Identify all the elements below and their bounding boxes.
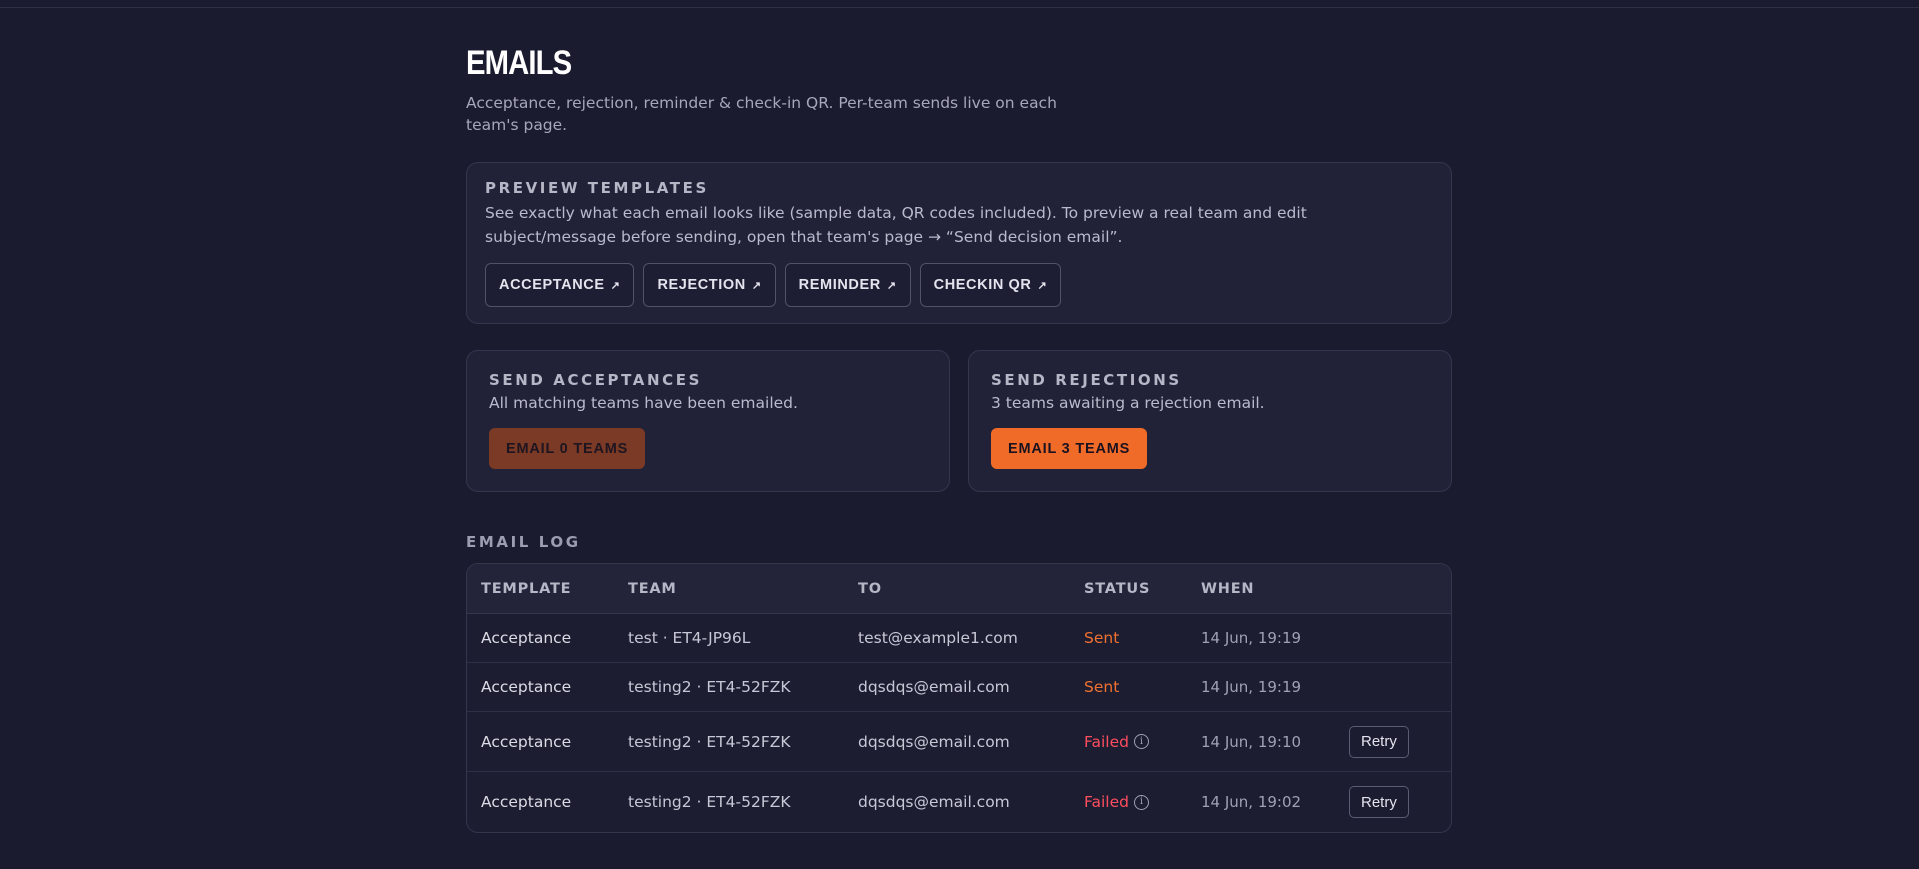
template-buttons: ACCEPTANCE ↗ REJECTION ↗ REMINDER ↗ CHEC… <box>485 263 1433 307</box>
preview-reminder-button[interactable]: REMINDER ↗ <box>784 263 911 307</box>
email-log-table: TEMPLATE TEAM TO STATUS WHEN Acceptance … <box>466 563 1452 833</box>
column-header-when: WHEN <box>1201 580 1255 597</box>
preview-acceptance-button[interactable]: ACCEPTANCE ↗ <box>485 263 635 307</box>
table-header: TEMPLATE TEAM TO STATUS WHEN <box>467 564 1451 614</box>
external-arrow-icon: ↗ <box>886 279 897 292</box>
page-subtitle: Acceptance, rejection, reminder & check-… <box>466 94 1057 134</box>
row-team: testing2 · ET4-52FZK <box>628 678 791 696</box>
send-rejections-label: SEND REJECTIONS <box>991 371 1182 389</box>
status-badge: Failed i <box>1084 793 1149 811</box>
send-acceptances-label: SEND ACCEPTANCES <box>489 371 703 389</box>
preview-checkin-qr-label: CHECKIN QR <box>933 277 1032 293</box>
retry-button[interactable]: Retry <box>1349 786 1409 818</box>
row-recipient: dqsdqs@email.com <box>858 732 1010 751</box>
table-row: Acceptance testing2 · ET4-52FZK dqsdqs@e… <box>467 772 1451 832</box>
column-header-status: STATUS <box>1084 580 1151 597</box>
status-badge: Sent <box>1084 629 1120 647</box>
table-row: Acceptance testing2 · ET4-52FZK dqsdqs@e… <box>467 663 1451 712</box>
row-recipient: dqsdqs@email.com <box>858 793 1010 811</box>
row-team: testing2 · ET4-52FZK <box>628 793 791 811</box>
status-badge: Sent <box>1084 678 1120 696</box>
send-acceptances-text: All matching teams have been emailed. <box>489 394 798 412</box>
row-template: Acceptance <box>481 732 572 751</box>
info-icon[interactable]: i <box>1133 734 1149 749</box>
info-icon[interactable]: i <box>1133 794 1149 810</box>
email-acceptances-button[interactable]: EMAIL 0 TEAMS <box>489 428 646 469</box>
row-recipient: dqsdqs@email.com <box>858 678 1010 696</box>
row-timestamp: 14 Jun, 19:02 <box>1201 793 1302 811</box>
external-arrow-icon: ↗ <box>610 279 621 292</box>
email-log-label: EMAIL LOG <box>466 533 581 551</box>
preview-templates-card: PREVIEW TEMPLATES See exactly what each … <box>466 162 1452 324</box>
retry-button[interactable]: Retry <box>1349 725 1409 758</box>
top-divider <box>0 7 1919 8</box>
row-recipient: test@example1.com <box>858 629 1018 647</box>
email-rejections-button[interactable]: EMAIL 3 TEAMS <box>991 428 1148 469</box>
external-arrow-icon: ↗ <box>1037 279 1048 292</box>
preview-templates-label: PREVIEW TEMPLATES <box>485 179 709 197</box>
row-template: Acceptance <box>481 629 572 647</box>
preview-rejection-label: REJECTION <box>657 277 746 293</box>
preview-rejection-button[interactable]: REJECTION ↗ <box>643 263 776 307</box>
row-template: Acceptance <box>481 678 572 696</box>
preview-reminder-label: REMINDER <box>798 277 881 293</box>
column-header-to: TO <box>858 580 882 597</box>
page-title: EMAILS <box>466 44 572 82</box>
row-team: test · ET4-JP96L <box>628 629 751 647</box>
external-arrow-icon: ↗ <box>751 279 762 292</box>
send-rejections-card: SEND REJECTIONS 3 teams awaiting a rejec… <box>968 350 1452 492</box>
row-timestamp: 14 Jun, 19:10 <box>1201 732 1302 751</box>
row-timestamp: 14 Jun, 19:19 <box>1201 629 1302 647</box>
table-row: Acceptance testing2 · ET4-52FZK dqsdqs@e… <box>467 712 1451 772</box>
row-timestamp: 14 Jun, 19:19 <box>1201 678 1302 696</box>
table-row: Acceptance test · ET4-JP96L test@example… <box>467 614 1451 663</box>
status-text: Failed <box>1084 793 1129 811</box>
preview-templates-description: See exactly what each email looks like (… <box>485 204 1307 246</box>
preview-checkin-qr-button[interactable]: CHECKIN QR ↗ <box>919 263 1062 307</box>
send-acceptances-card: SEND ACCEPTANCES All matching teams have… <box>466 350 950 492</box>
column-header-template: TEMPLATE <box>481 580 572 597</box>
column-header-team: TEAM <box>628 580 677 597</box>
status-badge: Failed i <box>1084 733 1149 751</box>
row-team: testing2 · ET4-52FZK <box>628 732 791 751</box>
status-text: Failed <box>1084 732 1129 751</box>
row-template: Acceptance <box>481 793 572 811</box>
send-rejections-text: 3 teams awaiting a rejection email. <box>991 394 1265 412</box>
preview-acceptance-label: ACCEPTANCE <box>499 277 605 293</box>
